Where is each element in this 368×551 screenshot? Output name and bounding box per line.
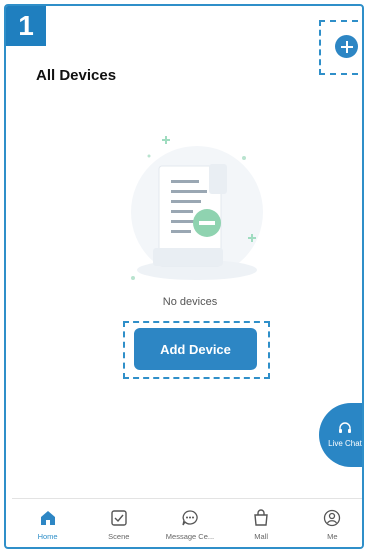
- headset-icon: [339, 422, 351, 433]
- tab-message-center[interactable]: Message Ce...: [156, 509, 224, 541]
- empty-document-illustration: [131, 136, 263, 280]
- step-number-badge: 1: [6, 6, 46, 46]
- home-icon: [40, 511, 55, 525]
- plus-circle-icon: [340, 40, 353, 53]
- app-screen: 1 All Devices No devices Add Device Live…: [4, 4, 364, 549]
- tab-label: Me: [327, 532, 338, 541]
- tab-label: Message Ce...: [165, 532, 215, 541]
- chat-bubble-icon: [182, 510, 198, 526]
- tab-scene[interactable]: Scene: [85, 509, 153, 541]
- tab-mall[interactable]: Mall: [227, 509, 295, 541]
- checkbox-icon: [111, 510, 127, 526]
- tab-me[interactable]: Me: [298, 509, 362, 541]
- user-icon: [324, 509, 341, 527]
- add-device-button[interactable]: Add Device: [134, 328, 257, 370]
- tab-label: Home: [37, 532, 58, 541]
- page-title: All Devices: [36, 67, 117, 84]
- add-device-plus-button[interactable]: [335, 35, 358, 58]
- no-devices-message: No devices: [162, 296, 218, 308]
- tab-home[interactable]: Home: [14, 509, 82, 541]
- live-chat-label: Live Chat: [328, 439, 362, 448]
- tab-label: Scene: [108, 532, 130, 541]
- live-chat-button[interactable]: Live Chat: [319, 403, 362, 467]
- shopping-bag-icon: [254, 509, 268, 526]
- tab-label: Mall: [254, 532, 269, 541]
- bottom-tab-bar: Home Scene Message Ce... Mall Me: [12, 498, 362, 547]
